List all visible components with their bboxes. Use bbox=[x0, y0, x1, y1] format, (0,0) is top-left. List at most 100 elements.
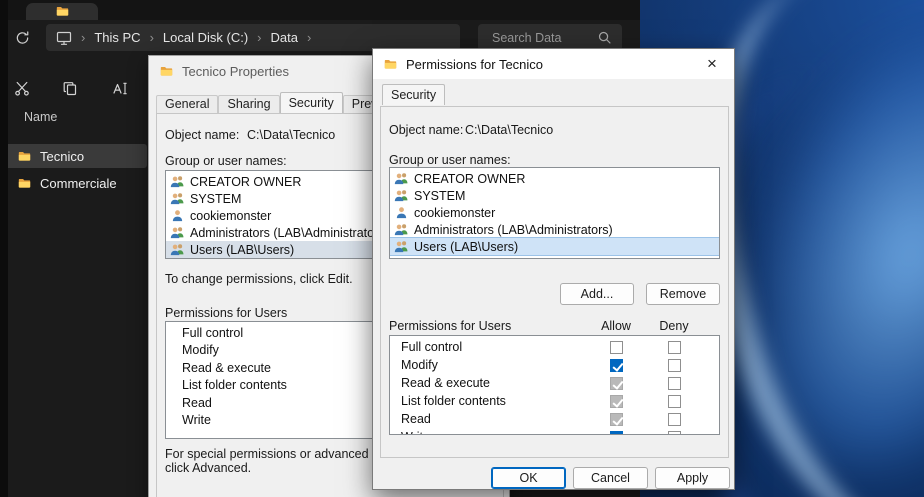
chevron-right-icon: › bbox=[307, 30, 311, 45]
chevron-right-icon: › bbox=[81, 30, 85, 45]
permissions-tabs: Security bbox=[382, 86, 445, 105]
search-input[interactable] bbox=[490, 27, 592, 49]
rename-button[interactable] bbox=[106, 74, 134, 102]
user-icon bbox=[394, 206, 409, 219]
deny-checkbox[interactable] bbox=[668, 359, 681, 372]
column-header-name[interactable]: Name bbox=[24, 110, 57, 124]
close-icon[interactable]: × bbox=[691, 50, 733, 78]
tab-sharing[interactable]: Sharing bbox=[218, 95, 279, 113]
breadcrumb-data[interactable]: Data bbox=[271, 30, 298, 45]
dialog-title: Tecnico Properties bbox=[182, 64, 289, 79]
tab-general[interactable]: General bbox=[156, 95, 218, 113]
group-label: cookiemonster bbox=[414, 206, 495, 220]
group-list-item[interactable]: SYSTEM bbox=[390, 187, 719, 204]
group-label: SYSTEM bbox=[190, 192, 241, 206]
deny-checkbox[interactable] bbox=[668, 341, 681, 354]
deny-checkbox[interactable] bbox=[668, 431, 681, 435]
refresh-button[interactable] bbox=[9, 24, 36, 51]
deny-checkbox[interactable] bbox=[668, 395, 681, 408]
folder-icon bbox=[17, 177, 32, 190]
refresh-icon bbox=[15, 30, 30, 46]
allow-checkbox[interactable] bbox=[610, 431, 623, 435]
group-label: Administrators (LAB\Administrators) bbox=[414, 223, 613, 237]
permissions-for-users-label: Permissions for Users bbox=[389, 319, 511, 333]
permission-label: Read bbox=[401, 412, 431, 426]
group-icon bbox=[170, 226, 185, 239]
group-icon bbox=[394, 223, 409, 236]
cut-icon bbox=[14, 80, 30, 97]
permission-row: Full control bbox=[390, 339, 719, 357]
group-icon bbox=[170, 243, 185, 256]
object-name-value: C:\Data\Tecnico bbox=[465, 123, 553, 137]
group-list-item[interactable]: Administrators (LAB\Administrators) bbox=[390, 221, 719, 238]
group-icon bbox=[170, 192, 185, 205]
add-button[interactable]: Add... bbox=[560, 283, 634, 305]
chevron-right-icon: › bbox=[150, 30, 154, 45]
permissions-dialog: Permissions for Tecnico × Security Objec… bbox=[372, 48, 735, 490]
address-bar[interactable]: › This PC › Local Disk (C:) › Data › bbox=[46, 24, 460, 51]
window-edge bbox=[0, 0, 8, 497]
permission-row: List folder contents bbox=[390, 393, 719, 411]
object-name-value: C:\Data\Tecnico bbox=[247, 128, 335, 142]
group-label: cookiemonster bbox=[190, 209, 271, 223]
group-label: Users (LAB\Users) bbox=[414, 240, 518, 254]
search-box[interactable] bbox=[478, 24, 622, 51]
file-row-commerciale[interactable]: Commerciale bbox=[5, 171, 147, 195]
file-row-tecnico[interactable]: Tecnico bbox=[5, 144, 147, 168]
permission-label: Modify bbox=[401, 358, 438, 372]
deny-column-header: Deny bbox=[649, 319, 699, 333]
user-icon bbox=[170, 209, 185, 222]
deny-checkbox[interactable] bbox=[668, 413, 681, 426]
permission-label: Write bbox=[401, 430, 430, 435]
copy-button[interactable] bbox=[56, 74, 84, 102]
apply-button[interactable]: Apply bbox=[655, 467, 730, 489]
security-tab-page: Object name: C:\Data\Tecnico Group or us… bbox=[380, 106, 729, 458]
ok-button[interactable]: OK bbox=[491, 467, 566, 489]
desktop: › This PC › Local Disk (C:) › Data › Nam… bbox=[0, 0, 924, 497]
edit-hint: To change permissions, click Edit. bbox=[165, 272, 353, 286]
allow-checkbox[interactable] bbox=[610, 341, 623, 354]
file-name: Commerciale bbox=[40, 176, 117, 191]
tab-security[interactable]: Security bbox=[382, 84, 445, 105]
group-label: CREATOR OWNER bbox=[190, 175, 301, 189]
permission-label: List folder contents bbox=[401, 394, 506, 408]
group-icon bbox=[394, 189, 409, 202]
rename-icon bbox=[112, 80, 128, 97]
folder-icon bbox=[17, 150, 32, 163]
tab-security[interactable]: Security bbox=[280, 92, 343, 113]
group-list-item-selected[interactable]: Users (LAB\Users) bbox=[390, 238, 719, 255]
permission-label: Full control bbox=[401, 340, 462, 354]
cut-button[interactable] bbox=[8, 74, 36, 102]
breadcrumb-local-disk-c[interactable]: Local Disk (C:) bbox=[163, 30, 248, 45]
allow-checkbox bbox=[610, 395, 623, 408]
breadcrumb-this-pc[interactable]: This PC bbox=[94, 30, 140, 45]
permissions-listbox[interactable]: Full control Modify Read & execute List … bbox=[389, 335, 720, 435]
allow-checkbox[interactable] bbox=[610, 359, 623, 372]
permission-row: Read bbox=[390, 411, 719, 429]
explorer-tab-strip bbox=[0, 0, 640, 20]
folder-icon bbox=[55, 5, 70, 18]
remove-button[interactable]: Remove bbox=[646, 283, 720, 305]
allow-checkbox bbox=[610, 377, 623, 390]
group-list-item[interactable]: CREATOR OWNER bbox=[390, 170, 719, 187]
allow-column-header: Allow bbox=[591, 319, 641, 333]
file-name: Tecnico bbox=[40, 149, 84, 164]
deny-checkbox[interactable] bbox=[668, 377, 681, 390]
explorer-tab[interactable] bbox=[26, 3, 98, 20]
this-pc-icon bbox=[56, 30, 72, 46]
advanced-hint-line2: click Advanced. bbox=[165, 461, 251, 475]
group-icon bbox=[394, 172, 409, 185]
group-listbox[interactable]: CREATOR OWNER SYSTEM cookiemonster Admin… bbox=[389, 167, 720, 259]
group-label: CREATOR OWNER bbox=[414, 172, 525, 186]
group-list-label: Group or user names: bbox=[165, 154, 287, 168]
folder-icon bbox=[383, 58, 398, 71]
group-icon bbox=[394, 240, 409, 253]
group-list-item[interactable]: cookiemonster bbox=[390, 204, 719, 221]
group-list-label: Group or user names: bbox=[389, 153, 511, 167]
dialog-title: Permissions for Tecnico bbox=[406, 57, 543, 72]
permission-row-clipped: Write bbox=[390, 429, 719, 435]
cancel-button[interactable]: Cancel bbox=[573, 467, 648, 489]
group-label: Users (LAB\Users) bbox=[190, 243, 294, 257]
object-name-label: Object name: bbox=[165, 128, 239, 142]
group-label: SYSTEM bbox=[414, 189, 465, 203]
